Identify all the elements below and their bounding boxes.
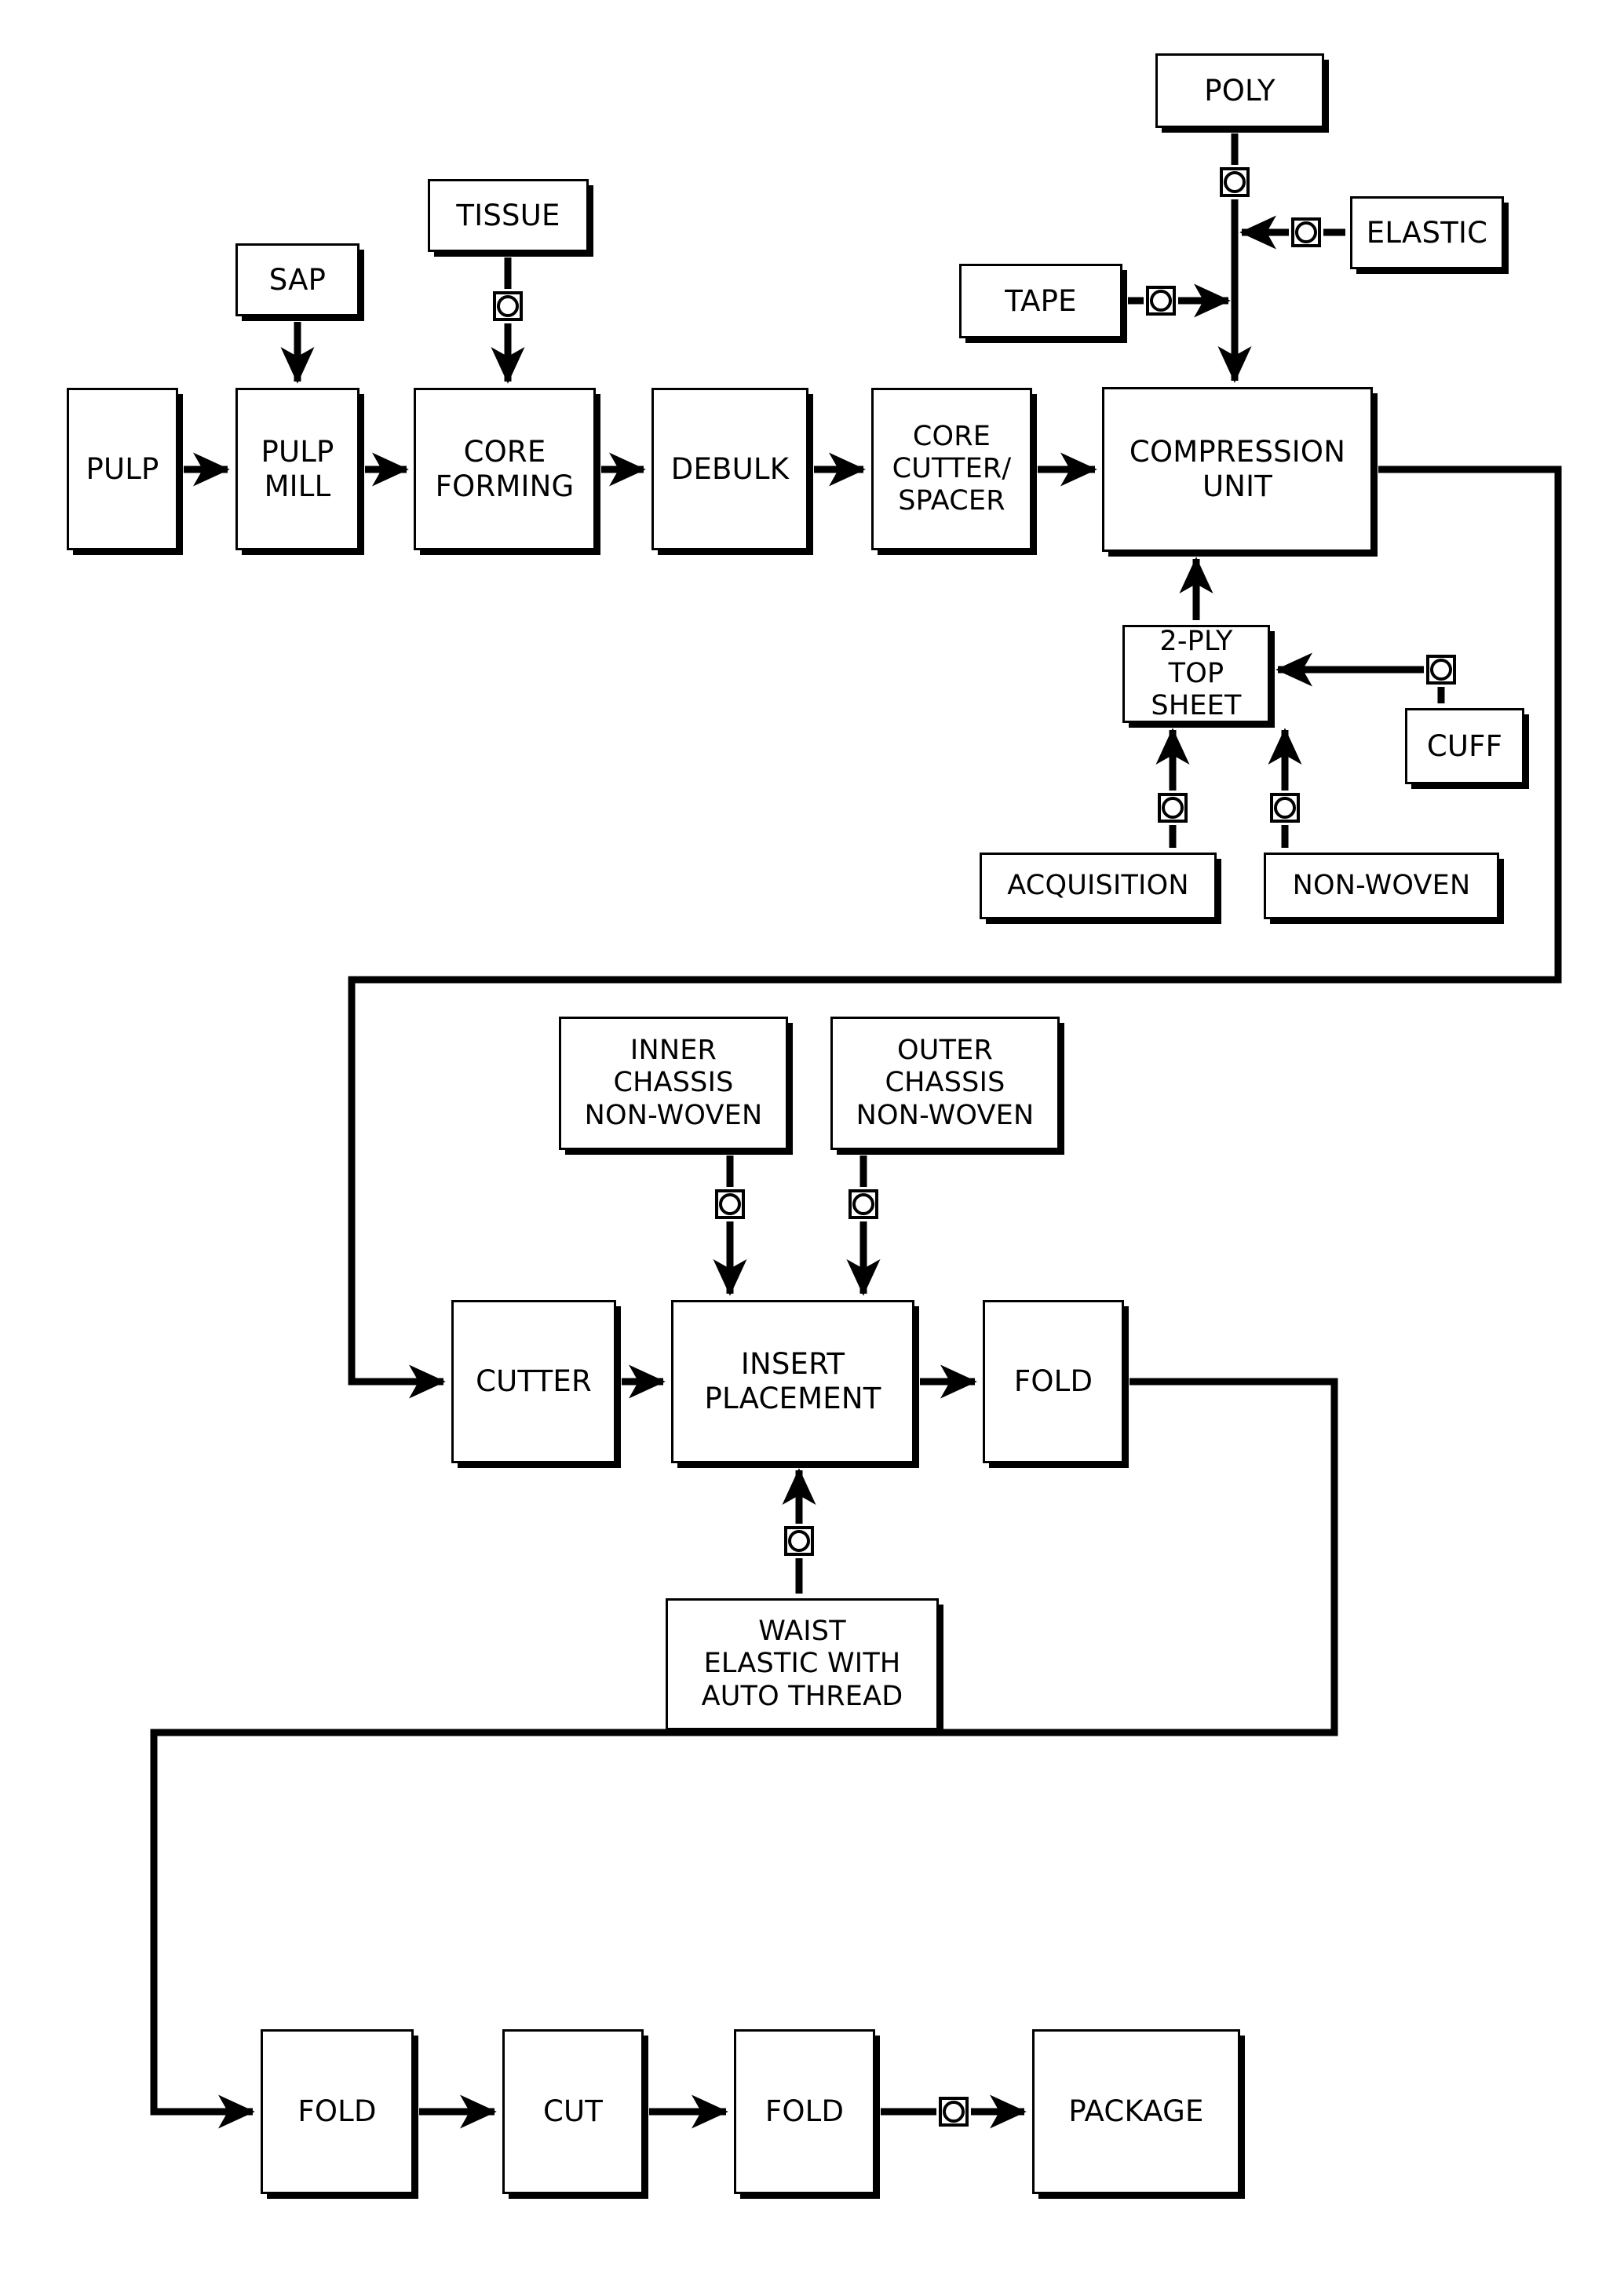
node-core-cutter-spacer[interactable]: CORE CUTTER/ SPACER xyxy=(871,388,1032,550)
node-cutter-label: CUTTER xyxy=(476,1364,592,1399)
node-poly[interactable]: POLY xyxy=(1155,53,1324,128)
connector-layer xyxy=(150,133,1562,2129)
roller-hole-icon xyxy=(497,295,519,317)
roller-icon-acquisition xyxy=(1158,793,1188,823)
node-debulk[interactable]: DEBULK xyxy=(651,388,808,550)
node-fold-mid[interactable]: FOLD xyxy=(983,1300,1124,1463)
roller-icon-inner-chassis xyxy=(715,1189,745,1219)
node-package[interactable]: PACKAGE xyxy=(1032,2029,1240,2194)
node-inner-chassis-non-woven-label: INNER CHASSIS NON-WOVEN xyxy=(584,1035,763,1131)
roller-icon-tissue xyxy=(493,291,523,321)
node-pulp-label: PULP xyxy=(86,451,159,486)
node-insert-placement[interactable]: INSERT PLACEMENT xyxy=(671,1300,914,1463)
node-cuff[interactable]: CUFF xyxy=(1405,708,1524,784)
node-cuff-label: CUFF xyxy=(1426,728,1503,763)
node-tissue[interactable]: TISSUE xyxy=(428,179,589,252)
node-non-woven[interactable]: NON-WOVEN xyxy=(1264,853,1499,919)
node-fold-mid-label: FOLD xyxy=(1013,1364,1093,1399)
node-cut-label: CUT xyxy=(542,2094,604,2129)
roller-hole-icon xyxy=(719,1193,741,1215)
node-fold-bottom-2[interactable]: FOLD xyxy=(734,2029,875,2194)
roller-hole-icon xyxy=(852,1193,874,1215)
node-elastic-label: ELASTIC xyxy=(1366,215,1488,250)
node-non-woven-label: NON-WOVEN xyxy=(1292,869,1471,901)
roller-hole-icon xyxy=(1274,797,1296,819)
node-tape-label: TAPE xyxy=(1005,283,1077,318)
node-sap-label: SAP xyxy=(268,262,327,297)
node-pulp[interactable]: PULP xyxy=(67,388,178,550)
node-outer-chassis-non-woven-label: OUTER CHASSIS NON-WOVEN xyxy=(856,1035,1035,1131)
node-waist-elastic-auto-thread[interactable]: WAIST ELASTIC WITH AUTO THREAD xyxy=(666,1598,939,1730)
roller-hole-icon xyxy=(1295,221,1317,243)
node-tape[interactable]: TAPE xyxy=(959,264,1122,338)
node-package-label: PACKAGE xyxy=(1068,2094,1204,2129)
node-debulk-label: DEBULK xyxy=(670,451,790,486)
node-core-cutter-spacer-label: CORE CUTTER/ SPACER xyxy=(892,420,1012,517)
roller-icon-package xyxy=(939,2097,969,2127)
node-compression-unit[interactable]: COMPRESSION UNIT xyxy=(1102,387,1373,552)
node-inner-chassis-non-woven[interactable]: INNER CHASSIS NON-WOVEN xyxy=(559,1017,788,1150)
roller-icon-tape xyxy=(1146,286,1176,316)
node-core-forming[interactable]: CORE FORMING xyxy=(414,388,596,550)
roller-icon-poly xyxy=(1220,167,1250,197)
roller-hole-icon xyxy=(1224,171,1246,193)
node-elastic[interactable]: ELASTIC xyxy=(1350,196,1504,269)
node-cut[interactable]: CUT xyxy=(502,2029,644,2194)
roller-icon-elastic xyxy=(1291,217,1321,247)
node-2-ply-top-sheet[interactable]: 2-PLY TOP SHEET xyxy=(1122,625,1270,723)
node-2-ply-top-sheet-label: 2-PLY TOP SHEET xyxy=(1151,625,1242,722)
node-sap[interactable]: SAP xyxy=(235,243,359,316)
node-fold-bottom-1[interactable]: FOLD xyxy=(261,2029,414,2194)
node-acquisition[interactable]: ACQUISITION xyxy=(980,853,1217,919)
roller-icon-outer-chassis xyxy=(848,1189,878,1219)
roller-icon-non-woven xyxy=(1270,793,1300,823)
node-outer-chassis-non-woven[interactable]: OUTER CHASSIS NON-WOVEN xyxy=(830,1017,1060,1150)
roller-icon-waist-elastic xyxy=(784,1526,814,1556)
roller-hole-icon xyxy=(788,1530,810,1552)
edge-fold-to-fold2 xyxy=(150,1378,1338,2129)
node-acquisition-label: ACQUISITION xyxy=(1007,869,1189,901)
node-cutter[interactable]: CUTTER xyxy=(451,1300,616,1463)
roller-hole-icon xyxy=(1150,290,1172,312)
node-tissue-label: TISSUE xyxy=(456,198,560,232)
node-waist-elastic-auto-thread-label: WAIST ELASTIC WITH AUTO THREAD xyxy=(701,1616,903,1712)
node-insert-placement-label: INSERT PLACEMENT xyxy=(704,1347,881,1415)
roller-hole-icon xyxy=(943,2101,965,2123)
node-pulp-mill[interactable]: PULP MILL xyxy=(235,388,359,550)
edge-compression-to-cutter xyxy=(348,466,1562,1399)
process-flow-diagram: PULP SAP PULP MILL TISSUE CORE FORMING D… xyxy=(0,0,1624,2293)
node-core-forming-label: CORE FORMING xyxy=(435,434,575,503)
roller-icon-cuff xyxy=(1426,655,1456,685)
roller-hole-icon xyxy=(1162,797,1184,819)
node-pulp-mill-label: PULP MILL xyxy=(261,434,334,503)
roller-hole-icon xyxy=(1430,659,1452,681)
node-fold-bottom-2-label: FOLD xyxy=(765,2094,845,2129)
node-fold-bottom-1-label: FOLD xyxy=(297,2094,377,2129)
node-compression-unit-label: COMPRESSION UNIT xyxy=(1129,435,1346,503)
node-poly-label: POLY xyxy=(1204,73,1275,108)
